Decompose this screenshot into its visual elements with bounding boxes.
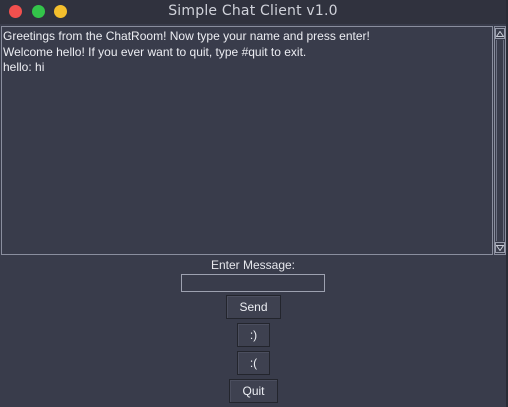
chat-line: Welcome hello! If you ever want to quit,… [3,44,307,59]
window-title: Simple Chat Client v1.0 [168,3,338,19]
scroll-track[interactable] [496,40,504,241]
scroll-down-button[interactable] [495,242,505,253]
chat-log[interactable]: Greetings from the ChatRoom! Now type yo… [1,26,493,255]
title-bar: Simple Chat Client v1.0 [0,0,506,24]
send-button[interactable]: Send [226,295,281,319]
chat-scrollbar[interactable] [494,26,506,255]
chat-lines: Greetings from the ChatRoom! Now type yo… [3,29,492,76]
scroll-up-button[interactable] [495,28,505,39]
triangle-up-icon [496,30,504,37]
message-input[interactable] [181,274,325,292]
smile-emoticon-button[interactable]: :) [237,323,270,347]
quit-button[interactable]: Quit [229,379,278,403]
triangle-down-icon [496,244,504,251]
chat-client-window: Simple Chat Client v1.0 Greetings from t… [0,0,508,407]
frown-emoticon-button[interactable]: :( [237,351,270,375]
chat-line: hello: hi [3,60,45,74]
chat-line: Greetings from the ChatRoom! Now type yo… [3,29,370,43]
enter-message-label: Enter Message: [210,258,296,272]
